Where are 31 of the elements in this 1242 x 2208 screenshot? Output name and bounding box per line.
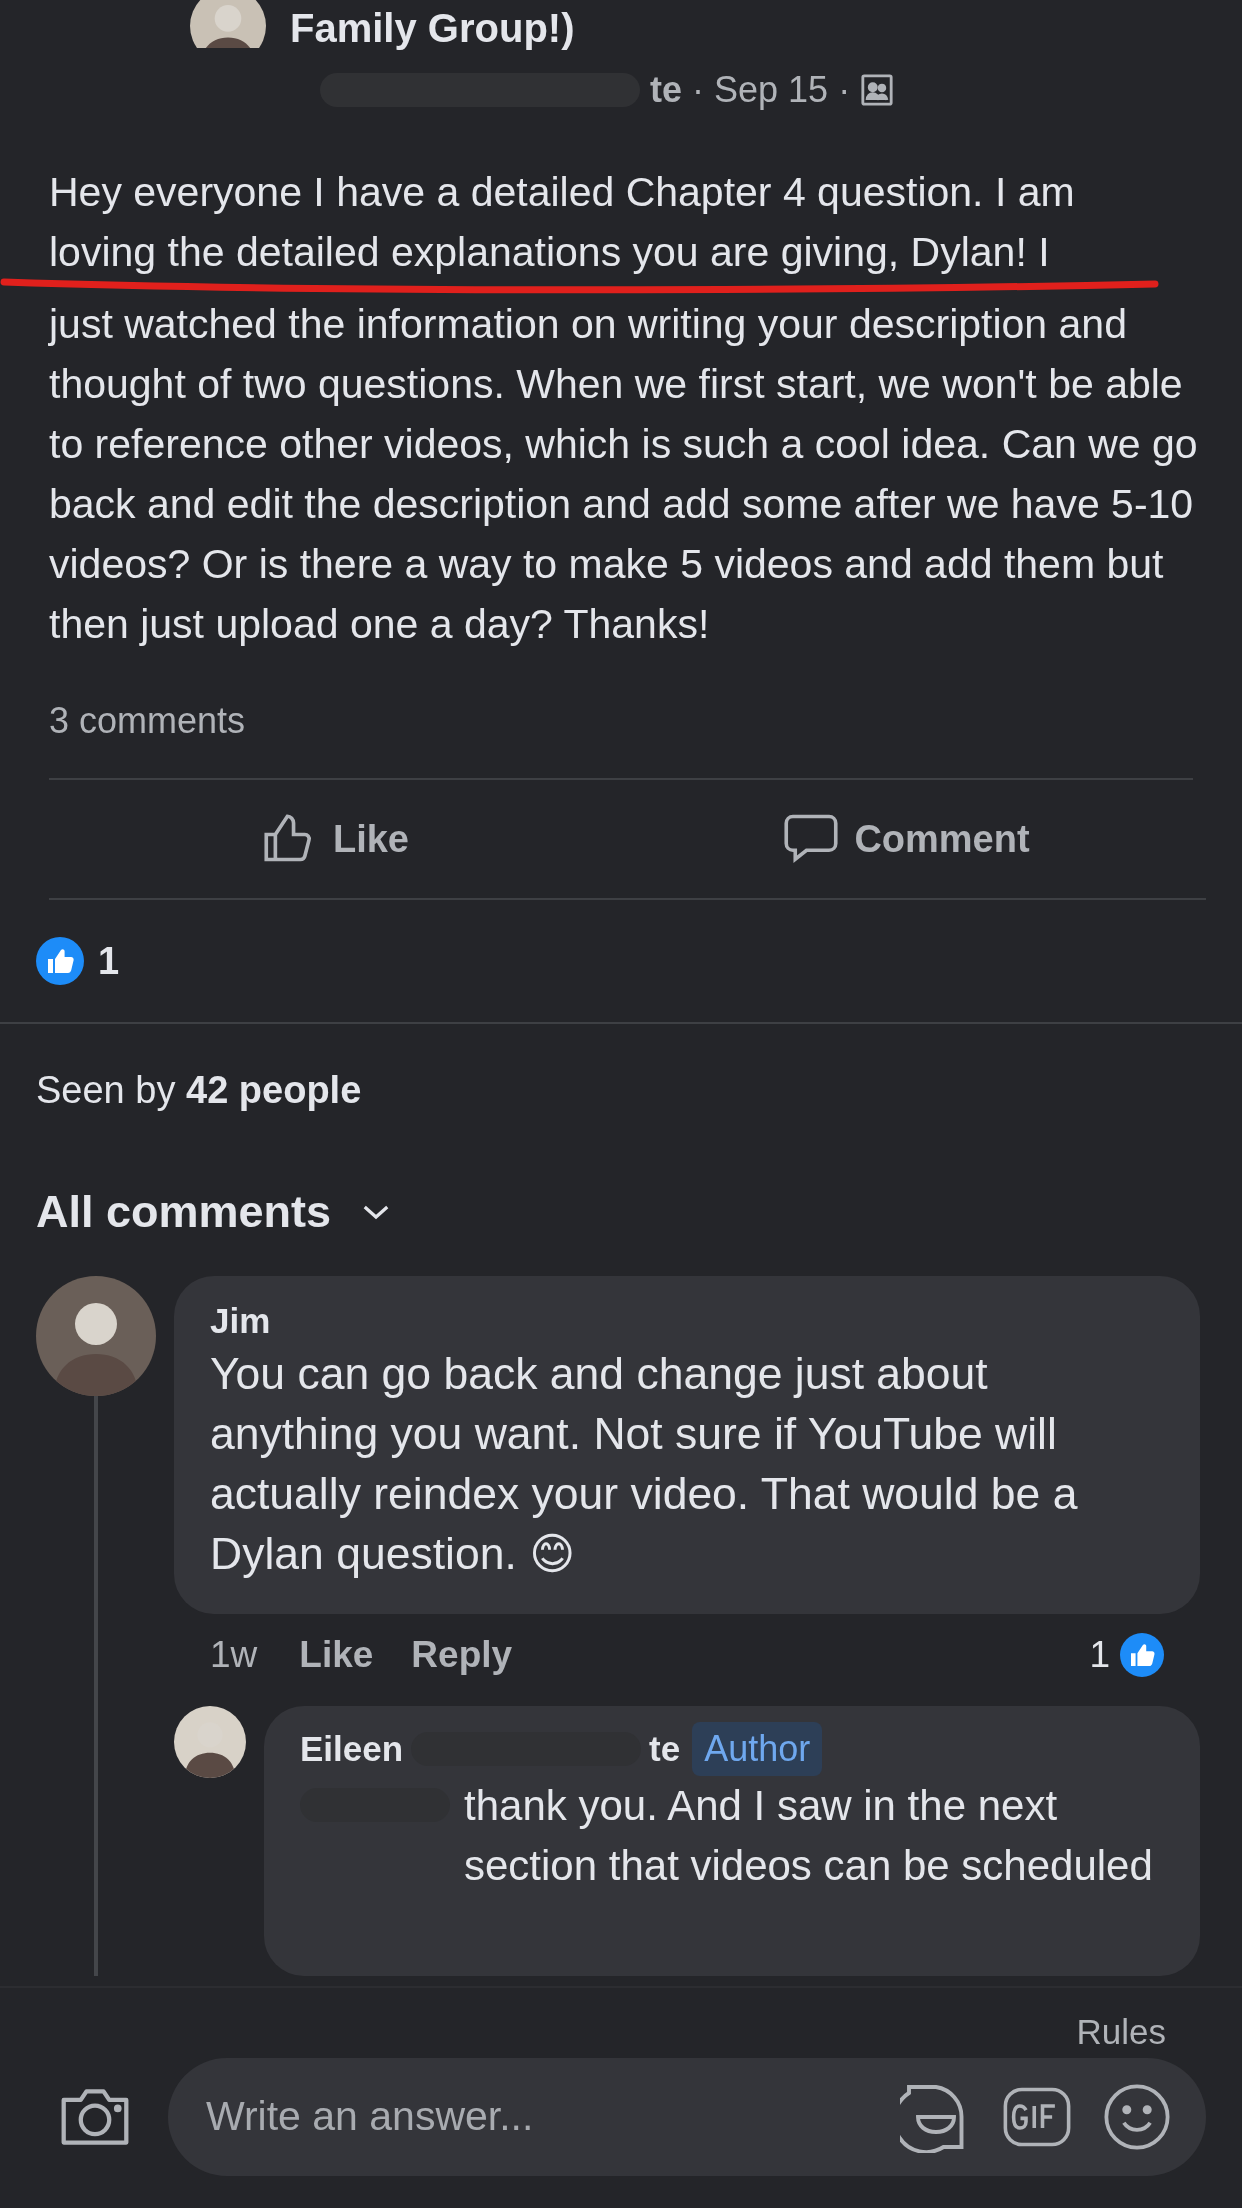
reaction-count[interactable]: 1 (98, 932, 120, 990)
author-name[interactable]: te (650, 63, 682, 117)
author-badge: Author (692, 1722, 823, 1776)
comments-filter[interactable]: All comments (36, 1178, 392, 1246)
answer-field[interactable]: Write an answer... (206, 2086, 872, 2148)
commenter-name[interactable]: Jim (210, 1298, 1164, 1344)
smiling-emoji: 😊 (529, 1528, 575, 1579)
post-date: Sep 15 (714, 68, 829, 112)
comment-button[interactable]: Comment (621, 780, 1193, 898)
seen-by-text[interactable]: Seen by 42 people (36, 1069, 362, 1111)
reply-text: thank you. And I saw in the next section that videos can be scheduled (464, 1781, 1154, 1891)
replier-name[interactable]: Eileen (300, 1722, 404, 1776)
comment-reaction-count[interactable]: 1 (1089, 1627, 1110, 1683)
composer-bar[interactable]: Write an answer... (168, 2058, 1206, 2176)
speech-bubble-icon (784, 814, 839, 864)
emoji-icon[interactable] (1102, 2082, 1172, 2152)
rules-link[interactable]: Rules (1076, 2006, 1166, 2058)
like-button[interactable]: Like (49, 780, 621, 898)
comment-count[interactable]: 3 comments (49, 700, 246, 741)
group-icon (860, 73, 895, 107)
separator-dot: · (838, 68, 851, 112)
like-reaction-icon (36, 937, 84, 985)
comment-text: You can go back and change just about anything you want. Not sure if YouTube will actually reindex your video. That would be a Dylan question. 😊 (210, 1348, 1079, 1581)
group-title[interactable]: Family Group!) (290, 0, 575, 58)
like-reaction-icon (1120, 1633, 1164, 1677)
replier-name-end[interactable]: te (649, 1722, 681, 1776)
post-text: just watched the information on writing your description and thought of two questions. When we first start, we won't be able to reference other videos, which is such a cool idea. Can we go back and edit the description and add some after we have 5-10 videos? Or is there a way to make 5 videos and add them but then just upload one a day? Thanks! (49, 300, 1199, 649)
separator-dot: · (692, 68, 704, 112)
comment-time: 1w (210, 1633, 258, 1678)
reply-link[interactable]: Reply (411, 1627, 513, 1683)
like-link[interactable]: Like (299, 1627, 374, 1683)
